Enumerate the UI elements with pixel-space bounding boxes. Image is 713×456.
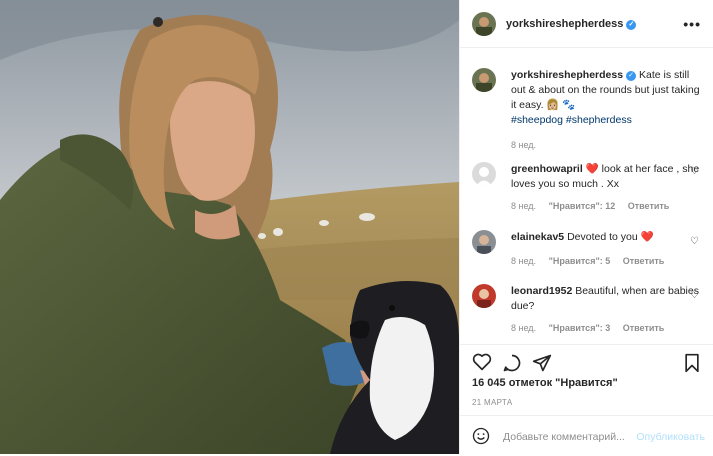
comment-likes[interactable]: "Нравится": 3 bbox=[549, 323, 611, 333]
comments-list[interactable]: yorkshireshepherdess ✓ Kate is still out … bbox=[460, 48, 713, 344]
verified-badge-icon: ✓ bbox=[626, 19, 637, 30]
comment-time[interactable]: 8 нед. bbox=[511, 256, 536, 266]
more-options-icon[interactable]: ••• bbox=[683, 16, 701, 32]
author-avatar[interactable] bbox=[472, 11, 496, 36]
like-comment-heart-icon[interactable]: ♡ bbox=[690, 236, 699, 247]
like-heart-icon[interactable] bbox=[472, 353, 492, 374]
comment-input[interactable]: Добавьте комментарий... bbox=[503, 431, 625, 443]
caption-hashtags[interactable]: #sheepdog #shepherdess bbox=[511, 114, 632, 126]
comment-likes[interactable]: "Нравится": 12 bbox=[549, 201, 616, 211]
comment-username[interactable]: elainekav5 bbox=[511, 231, 564, 243]
save-bookmark-icon[interactable] bbox=[683, 353, 701, 376]
post-sidebar: yorkshireshepherdess ✓ ••• yorkshiresheph… bbox=[459, 0, 713, 454]
comment-item: elainekav5 Devoted to you ❤️ 8 нед. "Нра… bbox=[472, 230, 703, 269]
post-caption: yorkshireshepherdess ✓ Kate is still out … bbox=[472, 68, 703, 153]
commenter-avatar[interactable] bbox=[472, 230, 496, 254]
caption-avatar[interactable] bbox=[472, 68, 496, 92]
emoji-smiley-icon[interactable] bbox=[472, 427, 490, 448]
comment-username[interactable]: greenhowapril bbox=[511, 163, 583, 175]
verified-badge-icon: ✓ bbox=[626, 71, 637, 81]
commenter-avatar[interactable] bbox=[472, 284, 496, 308]
comment-likes[interactable]: "Нравится": 5 bbox=[549, 256, 611, 266]
caption-username[interactable]: yorkshireshepherdess bbox=[511, 69, 623, 81]
reply-button[interactable]: Ответить bbox=[623, 323, 665, 333]
add-comment-bar: Добавьте комментарий... Опубликовать bbox=[460, 415, 713, 456]
share-paper-plane-icon[interactable] bbox=[532, 353, 552, 376]
commenter-avatar[interactable] bbox=[472, 162, 496, 186]
post-photo[interactable] bbox=[0, 0, 459, 454]
caption-time[interactable]: 8 нед. bbox=[511, 140, 536, 150]
comment-item: leonard1952 Beautiful, when are babies d… bbox=[472, 284, 703, 336]
publish-button[interactable]: Опубликовать bbox=[636, 431, 705, 443]
author-username[interactable]: yorkshireshepherdess ✓ bbox=[506, 18, 637, 30]
comment-bubble-icon[interactable] bbox=[502, 353, 522, 376]
comment-item: greenhowapril ❤️ look at her face , she … bbox=[472, 162, 703, 214]
reply-button[interactable]: Ответить bbox=[628, 201, 670, 211]
instagram-post-view: yorkshireshepherdess ✓ ••• yorkshiresheph… bbox=[0, 0, 713, 454]
likes-count[interactable]: 16 045 отметок "Нравится" bbox=[472, 377, 618, 389]
post-date[interactable]: 21 МАРТА bbox=[472, 398, 512, 407]
comment-username[interactable]: leonard1952 bbox=[511, 285, 572, 297]
post-actions: 16 045 отметок "Нравится" 21 МАРТА Добав… bbox=[460, 344, 713, 455]
like-comment-heart-icon[interactable]: ♡ bbox=[690, 290, 699, 301]
post-header: yorkshireshepherdess ✓ ••• bbox=[460, 0, 713, 48]
action-icons-row bbox=[470, 349, 703, 379]
comment-text: Devoted to you ❤️ bbox=[567, 231, 654, 243]
like-comment-heart-icon[interactable]: ♡ bbox=[690, 166, 699, 177]
comment-time[interactable]: 8 нед. bbox=[511, 201, 536, 211]
reply-button[interactable]: Ответить bbox=[623, 256, 665, 266]
comment-time[interactable]: 8 нед. bbox=[511, 323, 536, 333]
